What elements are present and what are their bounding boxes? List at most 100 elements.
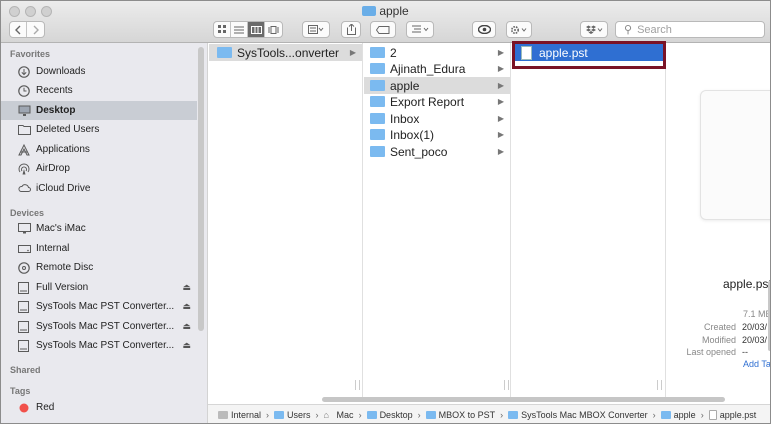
quick-look-button[interactable] <box>472 21 496 38</box>
folder-icon <box>362 6 377 16</box>
path-item-users[interactable]: Users <box>274 410 311 420</box>
action-menu-button[interactable] <box>406 21 434 38</box>
sidebar-item-systools-1[interactable]: SysTools Mac PST Converter... ⏏ <box>1 297 197 316</box>
column-row[interactable]: Sent_poco ▶ <box>364 143 510 160</box>
share-icon <box>346 24 356 35</box>
row-label: apple <box>390 78 420 93</box>
path-item-apple[interactable]: apple <box>660 410 696 420</box>
browser-column-2: 2 ▶ Ajinath_Edura ▶ apple ▶ Export Report ▶ … <box>364 43 511 397</box>
tag-button[interactable] <box>370 21 396 38</box>
sidebar-item-systools-2[interactable]: SysTools Mac PST Converter... ⏏ <box>1 317 197 336</box>
eject-icon[interactable]: ⏏ <box>182 321 191 332</box>
group-button[interactable] <box>302 21 330 38</box>
path-separator-icon: › <box>500 410 504 420</box>
icon-view-button[interactable] <box>214 22 231 37</box>
column-row[interactable]: Inbox ▶ <box>364 110 510 127</box>
devices-heading: Devices <box>10 208 45 218</box>
sidebar-item-remote-disc[interactable]: Remote Disc <box>1 258 197 277</box>
column-view-icon <box>250 25 262 34</box>
column-row[interactable]: Export Report ▶ <box>364 93 510 110</box>
sidebar-item-tag-red[interactable]: Red <box>1 398 197 417</box>
column-row[interactable]: Ajinath_Edura ▶ <box>364 60 510 77</box>
column-resize-handle[interactable] <box>504 380 509 390</box>
modified-label: Modified <box>701 335 736 345</box>
path-bar: Internal › Users › ⌂ Mac › Desktop › MBOX… <box>208 404 770 423</box>
path-item-mac[interactable]: ⌂ Mac <box>324 410 354 420</box>
row-label: Ajinath_Edura <box>390 61 466 76</box>
disclosure-arrow-icon: ▶ <box>497 64 504 73</box>
drive-icon <box>18 320 31 333</box>
column-row[interactable]: apple ▶ <box>364 77 510 94</box>
sidebar-item-recents[interactable]: Recents <box>1 81 197 100</box>
row-label: Inbox <box>390 111 420 126</box>
folder-icon <box>370 96 385 107</box>
column-resize-handle[interactable] <box>657 380 662 390</box>
sidebar-item-downloads[interactable]: Downloads <box>1 62 197 81</box>
path-item-systools[interactable]: SysTools Mac MBOX Converter <box>508 410 648 420</box>
drive-icon <box>218 411 228 419</box>
tags-heading: Tags <box>10 386 31 396</box>
eject-icon[interactable]: ⏏ <box>182 282 191 293</box>
eject-icon[interactable]: ⏏ <box>182 340 191 351</box>
sidebar-item-label: Internal <box>36 243 70 254</box>
forward-button[interactable] <box>27 22 44 37</box>
icon-view-icon <box>217 25 226 33</box>
sidebar-item-label: Desktop <box>36 105 76 116</box>
path-label: Users <box>287 410 311 420</box>
add-tags-link[interactable]: Add Ta <box>743 359 770 369</box>
search-input[interactable]: ⚲ Search <box>615 21 765 38</box>
sidebar-item-deleted-users[interactable]: Deleted Users <box>1 120 197 139</box>
back-button[interactable] <box>10 22 27 37</box>
last-opened-value: -- <box>742 347 748 357</box>
settings-menu-button[interactable] <box>506 21 532 38</box>
modified-value: 20/03/ <box>742 335 768 345</box>
path-separator-icon: › <box>652 410 656 420</box>
sidebar-item-imac[interactable]: Mac's iMac <box>1 219 197 238</box>
desktop-icon <box>18 105 31 117</box>
column-row[interactable]: 2 ▶ <box>364 44 510 61</box>
list-view-button[interactable] <box>231 22 248 37</box>
column-row[interactable]: Inbox(1) ▶ <box>364 126 510 143</box>
row-label: Export Report <box>390 94 465 109</box>
folder-icon <box>660 411 671 419</box>
sidebar-scrollbar[interactable] <box>198 47 204 331</box>
horizontal-scrollbar[interactable] <box>211 397 770 402</box>
path-label: Internal <box>231 410 262 420</box>
sidebar-item-full-version[interactable]: Full Version ⏏ <box>1 278 197 297</box>
action-menu-icon <box>411 25 428 33</box>
dropbox-button[interactable] <box>580 21 608 38</box>
red-tag-icon <box>18 402 31 414</box>
path-label: MBOX to PST <box>438 410 496 420</box>
path-item-apple-pst[interactable]: apple.pst <box>708 410 756 420</box>
disclosure-arrow-icon: ▶ <box>497 97 504 106</box>
column-resize-handle[interactable] <box>355 380 360 390</box>
tag-icon <box>376 25 390 34</box>
sidebar-item-label: SysTools Mac PST Converter... <box>36 340 175 351</box>
path-item-mbox-to-pst[interactable]: MBOX to PST <box>425 410 496 420</box>
drive-icon <box>18 281 31 294</box>
disc-icon <box>18 261 31 274</box>
horizontal-scroll-thumb[interactable] <box>322 397 725 402</box>
sidebar-item-icloud-drive[interactable]: iCloud Drive <box>1 179 197 198</box>
path-item-internal[interactable]: Internal <box>218 410 261 420</box>
sidebar-item-label: Recents <box>36 85 73 96</box>
path-item-desktop[interactable]: Desktop <box>366 410 413 420</box>
disclosure-arrow-icon: ▶ <box>497 81 504 90</box>
column-row[interactable]: SysTools...onverter ▶ <box>209 44 362 61</box>
path-separator-icon: › <box>315 410 319 420</box>
sidebar-item-desktop[interactable]: Desktop <box>1 101 197 120</box>
gallery-view-button[interactable] <box>265 22 282 37</box>
sidebar-item-label: Deleted Users <box>36 124 100 135</box>
search-icon: ⚲ <box>624 24 633 36</box>
sidebar-item-label: SysTools Mac PST Converter... <box>36 301 175 312</box>
sidebar-item-internal[interactable]: Internal <box>1 239 197 258</box>
share-button[interactable] <box>341 21 361 38</box>
created-label: Created <box>703 322 736 332</box>
chevron-right-icon <box>33 25 39 34</box>
sidebar-item-systools-3[interactable]: SysTools Mac PST Converter... ⏏ <box>1 336 197 355</box>
column-view-button[interactable] <box>248 22 265 37</box>
sidebar-item-airdrop[interactable]: AirDrop <box>1 159 197 178</box>
path-label: SysTools Mac MBOX Converter <box>521 410 648 420</box>
sidebar-item-applications[interactable]: Applications <box>1 140 197 159</box>
eject-icon[interactable]: ⏏ <box>182 301 191 312</box>
